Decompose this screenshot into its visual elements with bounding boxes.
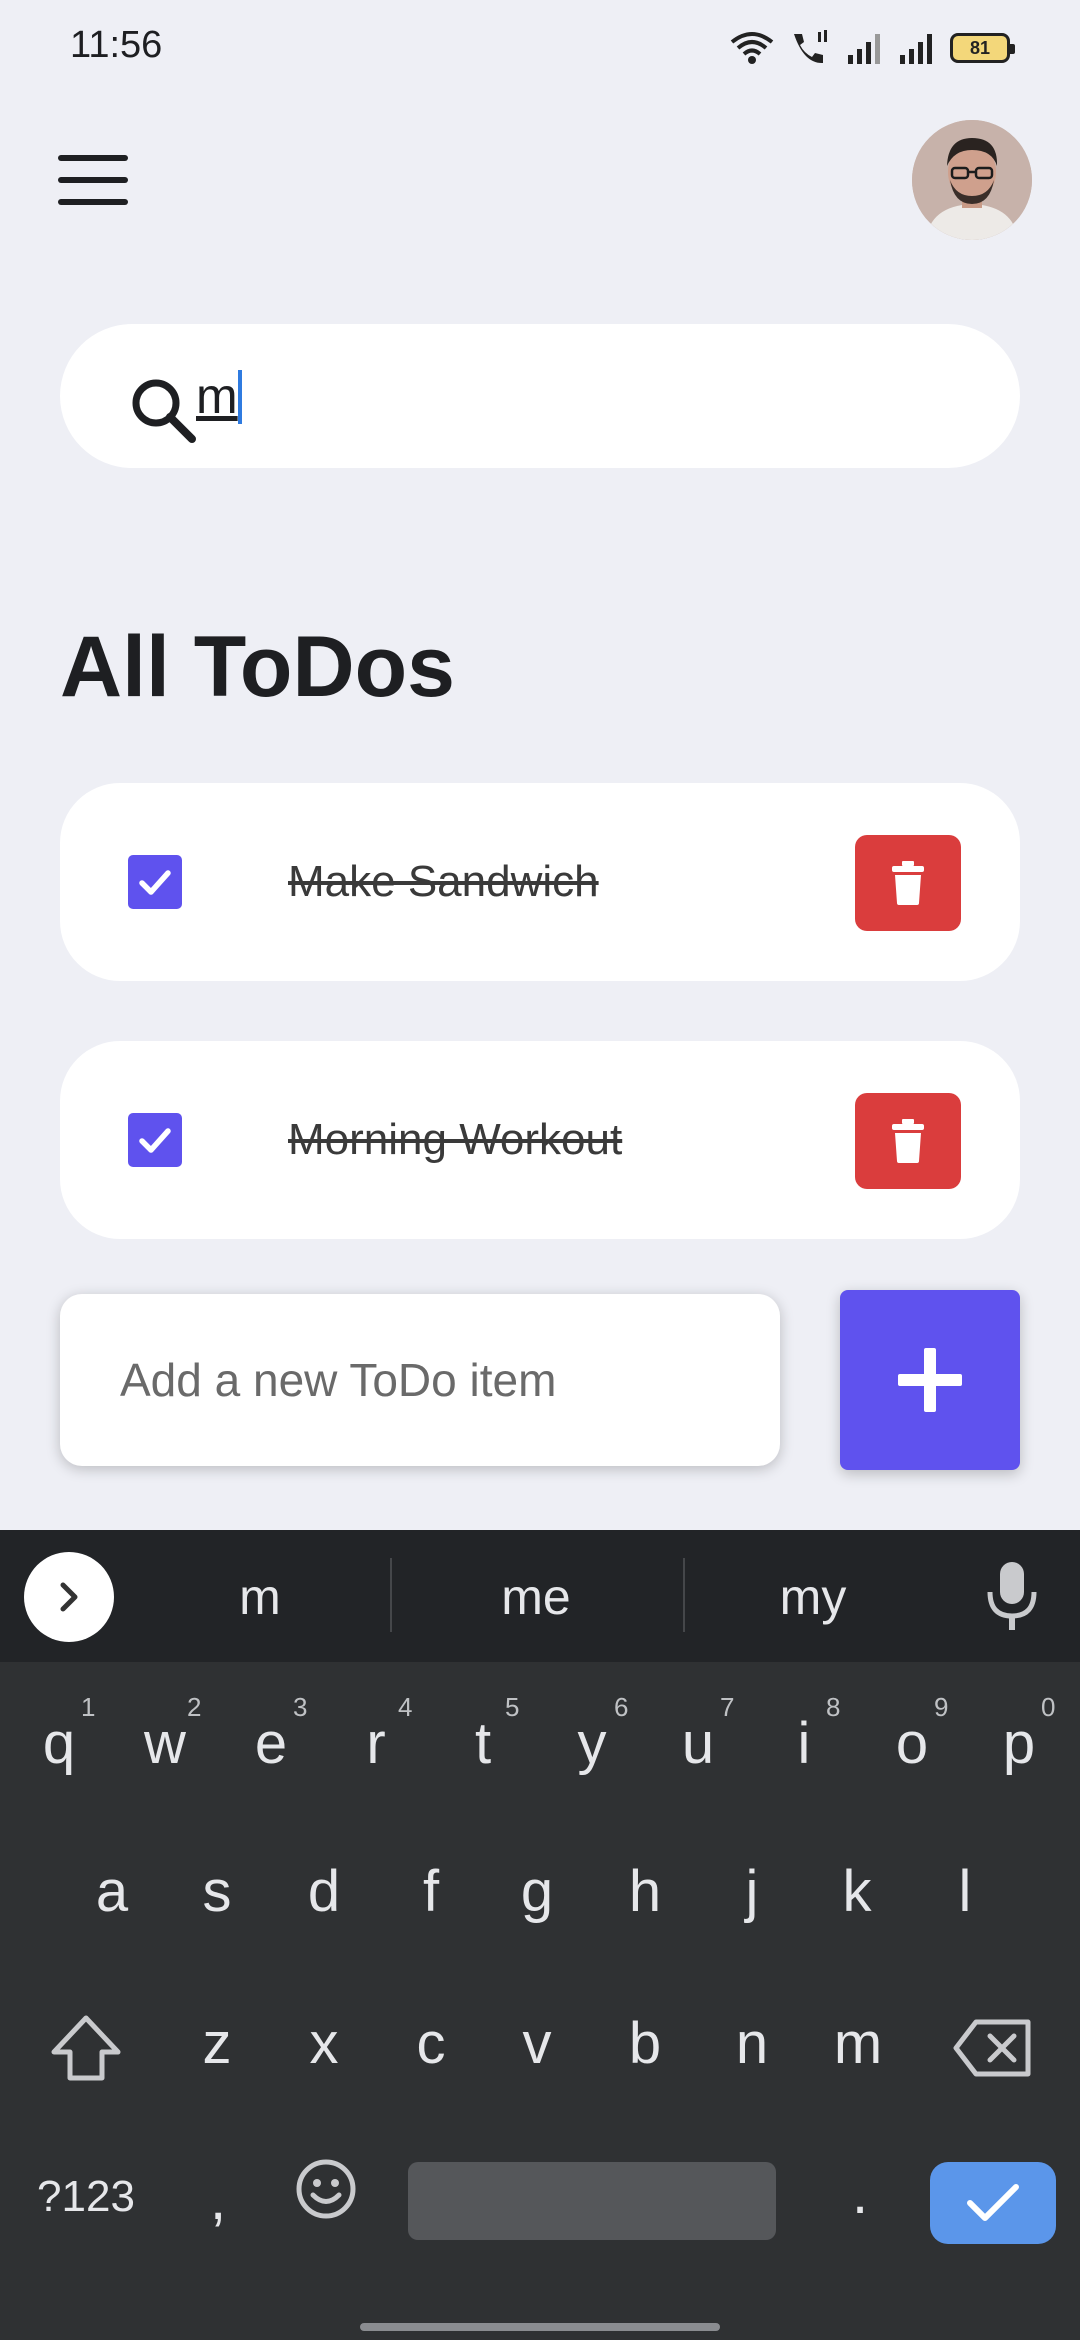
todo-text: Make Sandwich (288, 857, 599, 906)
letter-key[interactable]: b (605, 2010, 685, 2077)
letter-key[interactable]: f (391, 1858, 471, 1925)
todo-checkbox[interactable] (128, 1113, 182, 1167)
page-title: All ToDos (60, 619, 455, 715)
menu-line (58, 177, 128, 183)
suggestion-item[interactable]: me (436, 1568, 636, 1626)
wifi-icon (730, 32, 774, 64)
search-icon (132, 379, 196, 443)
add-todo-input[interactable] (60, 1294, 780, 1466)
avatar[interactable] (912, 120, 1032, 240)
key-number-hint: 1 (81, 1692, 96, 1722)
enter-key[interactable] (930, 2162, 1056, 2244)
todo-item: Morning Workout (60, 1041, 1020, 1239)
soft-keyboard: m me my q1w2e3r4t5y6u7i8o9p0asdfghjklzxc… (0, 1530, 1080, 2340)
menu-line (58, 155, 128, 161)
backspace-key[interactable] (950, 2018, 1034, 2086)
key-number-hint: 2 (187, 1692, 202, 1722)
text-cursor (238, 370, 242, 424)
microphone-icon[interactable] (980, 1560, 1044, 1632)
trash-icon (892, 861, 924, 905)
suggestion-divider (390, 1558, 392, 1632)
smiley-icon (296, 2159, 356, 2219)
checkmark-icon (139, 1128, 171, 1153)
emoji-key[interactable] (292, 2158, 360, 2226)
add-todo-button[interactable] (840, 1290, 1020, 1470)
user-avatar-image (912, 120, 1032, 240)
todo-item: Make Sandwich (60, 783, 1020, 981)
letter-key[interactable]: z (177, 2010, 257, 2077)
letter-key[interactable]: j (712, 1858, 792, 1925)
plus-icon (898, 1348, 962, 1412)
space-key[interactable] (408, 2162, 776, 2240)
letter-key[interactable]: d (284, 1858, 364, 1925)
key-number-hint: 3 (293, 1692, 308, 1722)
checkmark-icon (967, 2184, 1019, 2221)
status-time: 11:56 (70, 24, 163, 66)
status-bar: 11:56 81 (0, 0, 1080, 96)
trash-icon (892, 1119, 924, 1163)
letter-key[interactable]: x (284, 2010, 364, 2077)
delete-button[interactable] (855, 1093, 961, 1189)
letter-key[interactable]: l (925, 1858, 1005, 1925)
key-number-hint: 6 (614, 1692, 629, 1722)
search-input[interactable] (196, 358, 976, 434)
letter-key[interactable]: g (497, 1858, 577, 1925)
suggestion-item[interactable]: my (713, 1568, 913, 1626)
suggestion-divider (683, 1558, 685, 1632)
letter-key[interactable]: a (72, 1858, 152, 1925)
signal-icon (848, 34, 880, 64)
todo-text: Morning Workout (288, 1115, 623, 1164)
chevron-right-icon (60, 1582, 78, 1612)
key-number-hint: 8 (826, 1692, 841, 1722)
menu-line (58, 199, 128, 205)
wifi-calling-icon (794, 30, 827, 64)
letter-key[interactable]: m (818, 2010, 898, 2077)
shift-key[interactable] (48, 2014, 124, 2090)
letter-key[interactable]: s (177, 1858, 257, 1925)
todo-checkbox[interactable] (128, 855, 182, 909)
keyboard-expand-button[interactable] (24, 1552, 114, 1642)
key-number-hint: 5 (505, 1692, 520, 1722)
comma-key[interactable]: , (186, 2166, 250, 2233)
suggestion-item[interactable]: m (160, 1568, 360, 1626)
signal-icon-2 (900, 34, 932, 64)
key-number-hint: 0 (1041, 1692, 1056, 1722)
checkmark-icon (139, 870, 171, 895)
status-icons: 81 (730, 28, 1015, 68)
hamburger-menu-icon[interactable] (58, 155, 128, 205)
letter-key[interactable]: c (391, 2010, 471, 2077)
suggestion-strip: m me my (0, 1530, 1080, 1662)
delete-button[interactable] (855, 835, 961, 931)
letter-key[interactable]: k (817, 1858, 897, 1925)
battery-level: 81 (969, 37, 991, 58)
key-number-hint: 9 (934, 1692, 949, 1722)
gesture-nav-handle[interactable] (360, 2323, 720, 2331)
period-key[interactable]: . (830, 2160, 890, 2227)
symbols-key[interactable]: ?123 (14, 2172, 158, 2222)
shift-icon (51, 2015, 121, 2081)
backspace-icon (953, 2019, 1031, 2077)
key-number-hint: 4 (398, 1692, 413, 1722)
letter-key[interactable]: n (712, 2010, 792, 2077)
key-number-hint: 7 (720, 1692, 735, 1722)
battery-icon: 81 (950, 33, 1015, 63)
letter-key[interactable]: h (605, 1858, 685, 1925)
letter-key[interactable]: v (497, 2010, 577, 2077)
